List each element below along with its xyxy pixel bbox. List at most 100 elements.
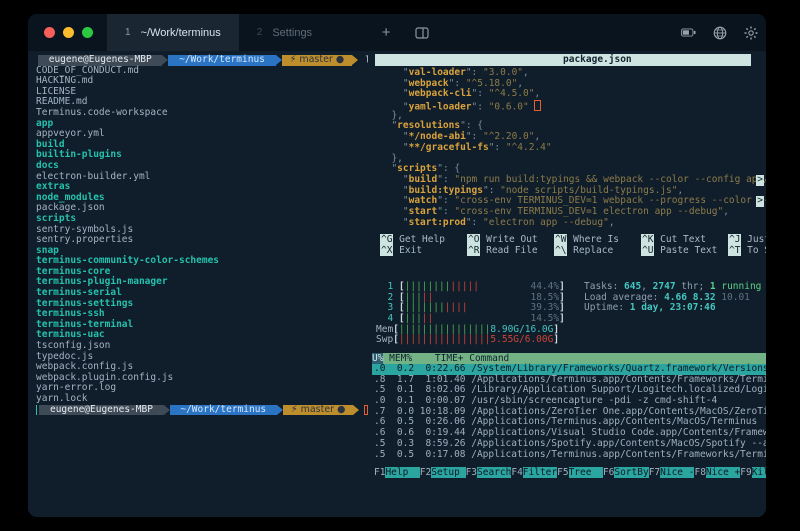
- code-segment: ": [380, 185, 409, 196]
- fkey-item[interactable]: F4Filter: [511, 467, 557, 478]
- code-segment: "node scripts/build-typings.js": [500, 185, 677, 196]
- directory-name: terminus-core: [36, 266, 110, 277]
- code-segment: ,: [723, 206, 729, 217]
- process-row[interactable]: .5 0.3 8:59.26 /Applications/Spotify.app…: [372, 439, 766, 450]
- fkey-number: F8: [694, 467, 705, 478]
- shortcut-key: ^O: [467, 234, 480, 245]
- fkey-item[interactable]: F2Setup: [420, 467, 466, 478]
- meter-bar-red: ||: [422, 292, 433, 303]
- meter-label: Swp: [376, 334, 393, 345]
- terminal-pane-right[interactable]: GNU nano 4.5 package.json "val-loader": …: [372, 51, 766, 517]
- minimize-window-button[interactable]: [63, 27, 74, 38]
- new-tab-button[interactable]: +: [370, 14, 403, 51]
- code-segment: ":: [466, 67, 483, 78]
- directory-name: terminus-serial: [36, 287, 122, 298]
- file-name: CODE_OF_CONDUCT.md: [36, 65, 139, 76]
- htop-function-key-bar: F1Help F2Setup F3SearchF4FilterF5Tree F6…: [372, 467, 766, 478]
- directory-name: extras: [36, 181, 70, 192]
- code-segment: },: [380, 153, 403, 164]
- shortcut-row: ^X Exit^R Read File^\ Replace^U Paste Te…: [380, 246, 766, 257]
- prompt-cwd: ~/Work/terminus: [168, 55, 275, 66]
- tab-settings[interactable]: 2 Settings: [239, 14, 370, 51]
- fkey-item[interactable]: F6SortBy: [603, 467, 649, 478]
- code-segment: resolutions: [397, 120, 460, 131]
- code-segment: "^4.2.4": [506, 142, 552, 153]
- code-segment: ": [380, 206, 409, 217]
- stats-segment: Load average:: [584, 292, 664, 303]
- file-list-row: electron-builder.yml: [36, 172, 368, 183]
- code-segment: webpack-cli: [409, 88, 472, 99]
- directory-name: builtin-plugins: [36, 149, 122, 160]
- nano-cursor: [534, 100, 541, 111]
- battery-icon[interactable]: [681, 25, 696, 40]
- close-window-button[interactable]: [44, 27, 55, 38]
- fkey-item[interactable]: F8Nice +: [694, 467, 740, 478]
- meter-bar-green: |||: [405, 313, 422, 324]
- meter-bracket: ]: [559, 302, 565, 313]
- directory-name: terminus-community-color-schemes: [36, 255, 219, 266]
- directory-name: terminus-settings: [36, 298, 133, 309]
- directory-name: terminus-ssh: [36, 308, 105, 319]
- line-continuation-marker: >: [756, 175, 764, 186]
- cpu-number: 2: [376, 292, 399, 303]
- shortcut-label: Justify: [741, 234, 766, 245]
- code-segment: ":: [437, 174, 454, 185]
- shortcut-label: Cut Text: [654, 234, 705, 245]
- stats-segment: thr;: [676, 281, 710, 292]
- file-name: README.md: [36, 96, 87, 107]
- tab-work-terminus[interactable]: 1 ~/Work/terminus: [107, 14, 239, 51]
- meter-pad: [433, 313, 530, 324]
- terminal-content: eugene@Eugenes-MBP ~/Work/terminus ⚡ mas…: [28, 51, 766, 517]
- fkey-label: Nice -: [660, 467, 694, 478]
- cpu-percent: 44.4%: [530, 281, 559, 292]
- code-segment: "cross-env TERMINUS_DEV=1 webpack --prog…: [454, 195, 766, 206]
- terminal-pane-shell[interactable]: eugene@Eugenes-MBP ~/Work/terminus ⚡ mas…: [28, 51, 368, 517]
- process-row[interactable]: .5 0.5 0:17.08 /Applications/Terminus.ap…: [372, 450, 766, 461]
- meter-bracket: ]: [559, 313, 565, 324]
- fkey-item[interactable]: F1Help: [374, 467, 420, 478]
- code-segment: },: [380, 110, 403, 121]
- fkey-label: Nice +: [706, 467, 740, 478]
- window-controls: [28, 14, 107, 51]
- gear-icon[interactable]: [743, 25, 758, 40]
- powerline-arrow-icon: [353, 405, 359, 415]
- fkey-label: SortBy: [614, 467, 648, 478]
- meter-bar: ||||||||||||||||: [399, 334, 491, 345]
- code-segment: ,: [523, 67, 529, 78]
- shortcut-label: Replace: [567, 245, 613, 256]
- fkey-item[interactable]: F3Search: [466, 467, 512, 478]
- fkey-item[interactable]: F7Nice -: [649, 467, 695, 478]
- code-segment: ": [380, 131, 409, 142]
- nano-code-line: "webpack-cli": "^4.5.0",: [380, 89, 766, 100]
- shortcut-key: ^G: [380, 234, 393, 245]
- shortcut-label: Paste Text: [654, 245, 717, 256]
- code-segment: **/graceful-fs: [409, 142, 489, 153]
- code-segment: ": [380, 217, 409, 228]
- prompt-git-branch: ⚡ master ●: [282, 55, 353, 66]
- code-segment: scripts: [397, 163, 437, 174]
- fkey-item[interactable]: F9Kill: [740, 467, 766, 478]
- fkey-number: F7: [649, 467, 660, 478]
- cpu-percent: 14.5%: [530, 313, 559, 324]
- screenshot-stage: 1 ~/Work/terminus 2 Settings +: [0, 0, 800, 531]
- file-name: sentry-symbols.js: [36, 224, 133, 235]
- meter-bracket: ]: [559, 281, 565, 292]
- fkey-label: Help: [385, 467, 419, 478]
- code-segment: ": {: [460, 120, 483, 131]
- nano-code-line: "**/graceful-fs": "^4.2.4": [380, 143, 766, 154]
- code-segment: build: [409, 174, 438, 185]
- code-segment: "electron app --debug": [483, 217, 609, 228]
- directory-name: terminus-uac: [36, 329, 105, 340]
- split-pane-icon[interactable]: [403, 14, 441, 51]
- code-segment: "npm run build:typings && webpack --colo…: [454, 174, 766, 185]
- cpu-number: 4: [376, 313, 399, 324]
- directory-name: terminus-terminal: [36, 319, 133, 330]
- nano-editor-body: "val-loader": "3.0.0", "webpack": "^5.18…: [380, 68, 766, 228]
- shortcut-label: Exit: [393, 245, 422, 256]
- fkey-item[interactable]: F5Tree: [557, 467, 603, 478]
- code-segment: ": [380, 67, 409, 78]
- globe-icon[interactable]: [712, 25, 727, 40]
- zoom-window-button[interactable]: [82, 27, 93, 38]
- nano-file-name: package.json: [563, 54, 632, 66]
- stats-segment: 1 day, 23:07:46: [630, 302, 716, 313]
